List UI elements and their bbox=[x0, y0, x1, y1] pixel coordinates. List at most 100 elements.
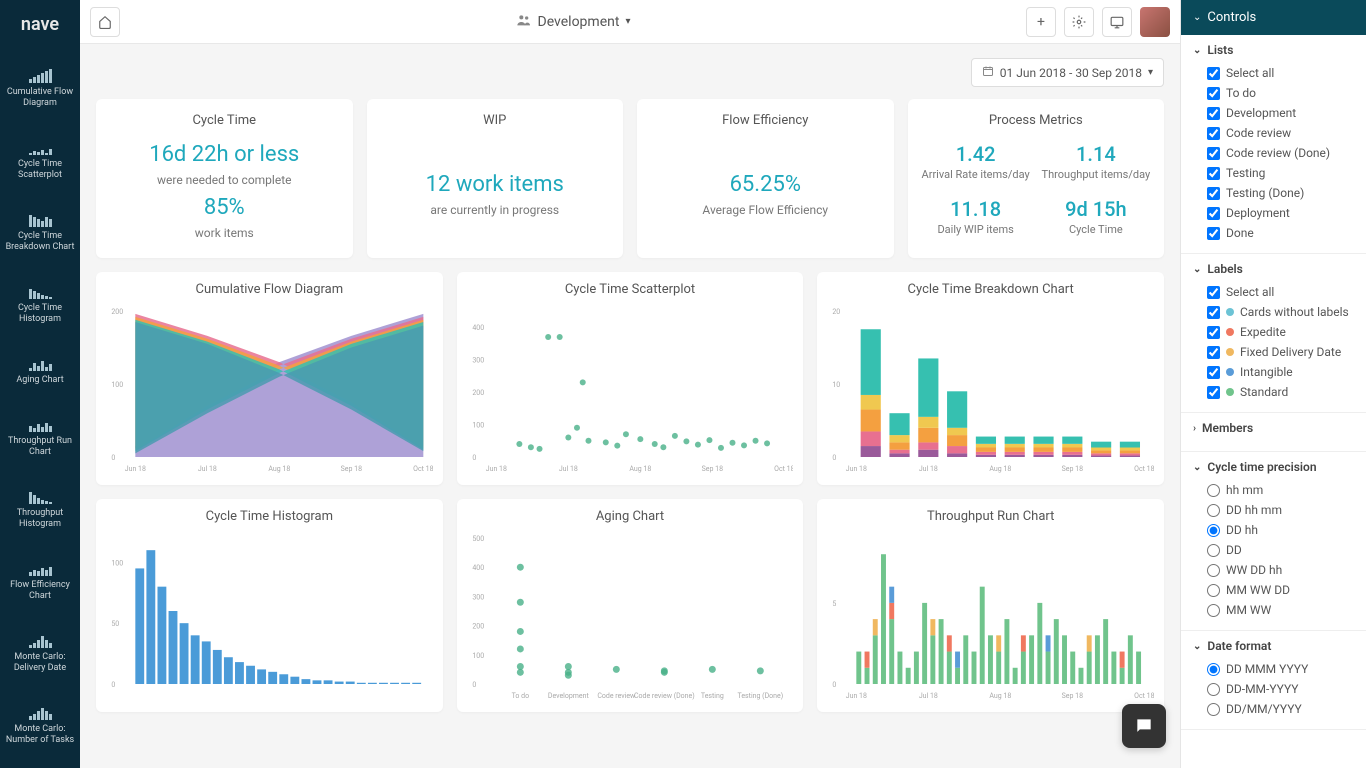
svg-text:0: 0 bbox=[472, 681, 476, 689]
svg-text:Development: Development bbox=[548, 692, 590, 700]
display-button[interactable] bbox=[1102, 7, 1132, 37]
chart-scatter[interactable]: Cycle Time Scatterplot 0100200300400Jun … bbox=[457, 272, 804, 485]
nav-item-2[interactable]: Cycle Time Breakdown Chart bbox=[0, 193, 80, 265]
precision-radio[interactable]: WW DD hh bbox=[1193, 560, 1354, 580]
card-title: Process Metrics bbox=[920, 113, 1153, 128]
chevron-down-icon: ▾ bbox=[1148, 67, 1153, 78]
list-checkbox[interactable]: Code review (Done) bbox=[1193, 143, 1354, 163]
workspace-name[interactable]: Development bbox=[538, 14, 620, 30]
chat-button[interactable] bbox=[1122, 704, 1166, 748]
dateformat-radio[interactable]: DD MMM YYYY bbox=[1193, 659, 1354, 679]
section-dateformat[interactable]: ⌄Date format bbox=[1193, 639, 1354, 653]
nav-item-3[interactable]: Cycle Time Histogram bbox=[0, 265, 80, 337]
svg-text:Jun 18: Jun 18 bbox=[846, 692, 867, 700]
label-checkbox[interactable]: Standard bbox=[1193, 382, 1354, 402]
chart-title: Cycle Time Scatterplot bbox=[467, 282, 794, 297]
section-precision[interactable]: ⌄Cycle time precision bbox=[1193, 460, 1354, 474]
precision-radio[interactable]: hh mm bbox=[1193, 480, 1354, 500]
chart-cfd[interactable]: Cumulative Flow Diagram 0100200Jun 18Jul… bbox=[96, 272, 443, 485]
label-checkbox[interactable]: Fixed Delivery Date bbox=[1193, 342, 1354, 362]
list-checkbox[interactable]: Testing (Done) bbox=[1193, 183, 1354, 203]
label-checkbox[interactable]: Expedite bbox=[1193, 322, 1354, 342]
label-checkbox[interactable]: Select all bbox=[1193, 282, 1354, 302]
section-labels[interactable]: ⌄Labels bbox=[1193, 262, 1354, 276]
card-wip: WIP 12 work items are currently in progr… bbox=[367, 99, 624, 258]
list-checkbox[interactable]: Done bbox=[1193, 223, 1354, 243]
svg-text:300: 300 bbox=[472, 357, 484, 365]
people-icon bbox=[516, 12, 532, 32]
label-checkbox[interactable]: Cards without labels bbox=[1193, 302, 1354, 322]
nav-item-6[interactable]: Throughput Histogram bbox=[0, 470, 80, 542]
svg-text:100: 100 bbox=[111, 559, 123, 567]
chevron-down-icon: ▾ bbox=[625, 16, 630, 27]
label-dot bbox=[1226, 368, 1234, 376]
list-checkbox[interactable]: Testing bbox=[1193, 163, 1354, 183]
nav-item-1[interactable]: Cycle Time Scatterplot bbox=[0, 121, 80, 193]
svg-text:Aug 18: Aug 18 bbox=[629, 465, 651, 473]
chart-histogram[interactable]: Cycle Time Histogram 050100 bbox=[96, 499, 443, 712]
list-checkbox[interactable]: Code review bbox=[1193, 123, 1354, 143]
avatar[interactable] bbox=[1140, 7, 1170, 37]
nav-item-5[interactable]: Throughput Run Chart bbox=[0, 398, 80, 470]
svg-text:Aug 18: Aug 18 bbox=[990, 465, 1012, 473]
nav-item-7[interactable]: Flow Efficiency Chart bbox=[0, 542, 80, 614]
calendar-icon bbox=[982, 65, 994, 80]
list-checkbox[interactable]: Development bbox=[1193, 103, 1354, 123]
chart-breakdown[interactable]: Cycle Time Breakdown Chart 01020Jun 18Ju… bbox=[817, 272, 1164, 485]
svg-text:300: 300 bbox=[472, 593, 484, 601]
date-range-picker[interactable]: 01 Jun 2018 - 30 Sep 2018 ▾ bbox=[971, 58, 1164, 87]
chart-title: Cycle Time Histogram bbox=[106, 509, 433, 524]
chevron-down-icon: ⌄ bbox=[1193, 12, 1201, 23]
precision-radio[interactable]: DD hh mm bbox=[1193, 500, 1354, 520]
dateformat-radio[interactable]: DD/MM/YYYY bbox=[1193, 699, 1354, 719]
label-checkbox[interactable]: Intangible bbox=[1193, 362, 1354, 382]
card-flow-efficiency: Flow Efficiency 65.25% Average Flow Effi… bbox=[637, 99, 894, 258]
svg-text:Code review: Code review bbox=[597, 692, 636, 700]
label-dot bbox=[1226, 328, 1234, 336]
section-members[interactable]: ›Members bbox=[1193, 421, 1354, 435]
svg-text:100: 100 bbox=[472, 422, 484, 430]
metric-value: 1.42 bbox=[920, 142, 1032, 166]
svg-text:100: 100 bbox=[472, 652, 484, 660]
nav-item-0[interactable]: Cumulative Flow Diagram bbox=[0, 49, 80, 121]
svg-text:Sep 18: Sep 18 bbox=[341, 465, 362, 473]
precision-radio[interactable]: MM WW DD bbox=[1193, 580, 1354, 600]
dateformat-radio[interactable]: DD-MM-YYYY bbox=[1193, 679, 1354, 699]
metric-value: 1.14 bbox=[1040, 142, 1152, 166]
svg-text:0: 0 bbox=[833, 681, 837, 689]
precision-radio[interactable]: MM WW bbox=[1193, 600, 1354, 620]
card-title: Flow Efficiency bbox=[649, 113, 882, 128]
svg-text:0: 0 bbox=[111, 681, 115, 689]
home-button[interactable] bbox=[90, 7, 120, 37]
settings-button[interactable] bbox=[1064, 7, 1094, 37]
metric-sub: Average Flow Efficiency bbox=[649, 203, 882, 217]
chart-aging[interactable]: Aging Chart 0100200300400500To doDevelop… bbox=[457, 499, 804, 712]
card-title: Cycle Time bbox=[108, 113, 341, 128]
precision-radio[interactable]: DD bbox=[1193, 540, 1354, 560]
metric-sub: were needed to complete bbox=[108, 173, 341, 187]
svg-text:Oct 18: Oct 18 bbox=[1134, 465, 1154, 473]
sidebar-left: nave Cumulative Flow DiagramCycle Time S… bbox=[0, 0, 80, 768]
controls-header[interactable]: ⌄ Controls bbox=[1181, 0, 1366, 35]
nav-item-4[interactable]: Aging Chart bbox=[0, 337, 80, 398]
section-lists[interactable]: ⌄Lists bbox=[1193, 43, 1354, 57]
nav-item-9[interactable]: Monte Carlo: Number of Tasks bbox=[0, 686, 80, 758]
label-dot bbox=[1226, 348, 1234, 356]
label-dot bbox=[1226, 308, 1234, 316]
chart-throughput[interactable]: Throughput Run Chart 05Jun 18Jul 18Aug 1… bbox=[817, 499, 1164, 712]
chart-title: Throughput Run Chart bbox=[827, 509, 1154, 524]
list-checkbox[interactable]: Deployment bbox=[1193, 203, 1354, 223]
list-checkbox[interactable]: Select all bbox=[1193, 63, 1354, 83]
svg-text:To do: To do bbox=[511, 692, 529, 700]
svg-text:5: 5 bbox=[833, 600, 837, 608]
svg-text:20: 20 bbox=[833, 308, 841, 316]
svg-text:Oct 18: Oct 18 bbox=[1134, 692, 1154, 700]
nav-item-8[interactable]: Monte Carlo: Delivery Date bbox=[0, 614, 80, 686]
svg-text:100: 100 bbox=[111, 381, 123, 389]
list-checkbox[interactable]: To do bbox=[1193, 83, 1354, 103]
svg-text:200: 200 bbox=[111, 308, 123, 316]
metric-value: 85% bbox=[108, 195, 341, 220]
svg-text:Jul 18: Jul 18 bbox=[198, 465, 217, 473]
precision-radio[interactable]: DD hh bbox=[1193, 520, 1354, 540]
add-button[interactable]: + bbox=[1026, 7, 1056, 37]
